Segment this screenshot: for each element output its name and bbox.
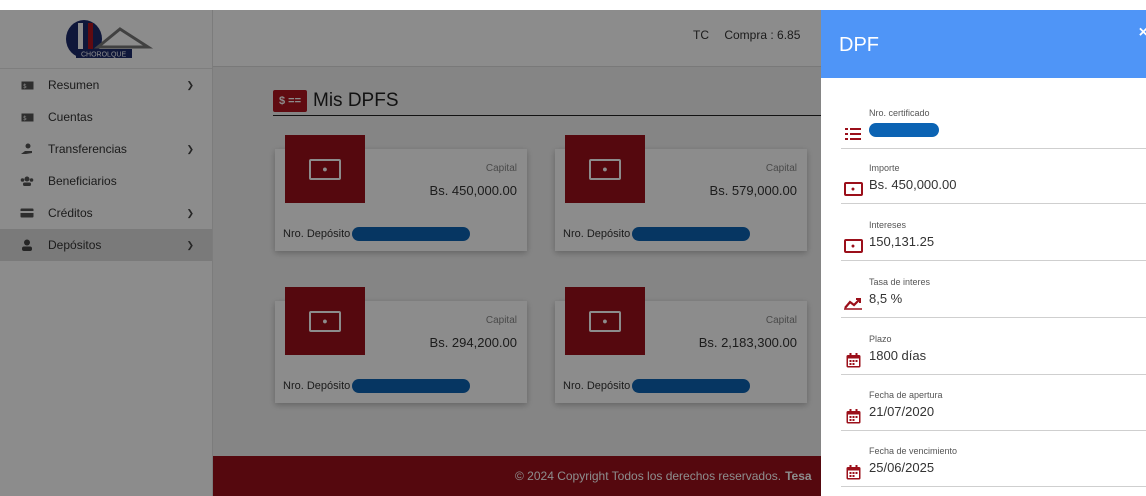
field-label: Importe (869, 163, 900, 173)
calendar-icon (843, 464, 863, 480)
dpf-detail-panel: DPF × Nro. certificado ● Importe Bs. 450… (821, 10, 1146, 496)
field-intereses: ● Intereses 150,131.25 (841, 220, 1146, 261)
field-value: 150,131.25 (869, 234, 935, 249)
field-nro-certificado: Nro. certificado (841, 108, 1146, 149)
field-plazo: Plazo 1800 días (841, 334, 1146, 375)
field-fecha-vencimiento: Fecha de vencimiento 25/06/2025 (841, 446, 1146, 487)
money-icon: ● (843, 181, 863, 197)
money-icon: ● (843, 238, 863, 254)
close-icon[interactable]: × (1139, 24, 1146, 42)
field-label: Fecha de vencimiento (869, 446, 958, 456)
field-label: Intereses (869, 220, 907, 230)
field-label: Plazo (869, 334, 892, 344)
chart-line-icon (843, 295, 863, 311)
field-label: Nro. certificado (869, 108, 930, 118)
redacted-value (869, 123, 939, 137)
field-value: 1800 días (869, 348, 927, 363)
list-icon (843, 126, 863, 142)
field-importe: ● Importe Bs. 450,000.00 (841, 163, 1146, 204)
panel-title: DPF (839, 34, 879, 56)
field-value: 21/07/2020 (869, 404, 935, 419)
field-label: Fecha de apertura (869, 390, 943, 400)
modal-backdrop[interactable] (0, 10, 821, 496)
field-tasa-interes: Tasa de interes 8,5 % (841, 277, 1146, 318)
calendar-icon (843, 408, 863, 424)
field-label: Tasa de interes (869, 277, 931, 287)
field-value: Bs. 450,000.00 (869, 177, 957, 192)
calendar-icon (843, 352, 863, 368)
field-value: 8,5 % (869, 291, 903, 306)
field-value: 25/06/2025 (869, 460, 935, 475)
field-fecha-apertura: Fecha de apertura 21/07/2020 (841, 390, 1146, 431)
panel-header: DPF × (821, 10, 1146, 78)
